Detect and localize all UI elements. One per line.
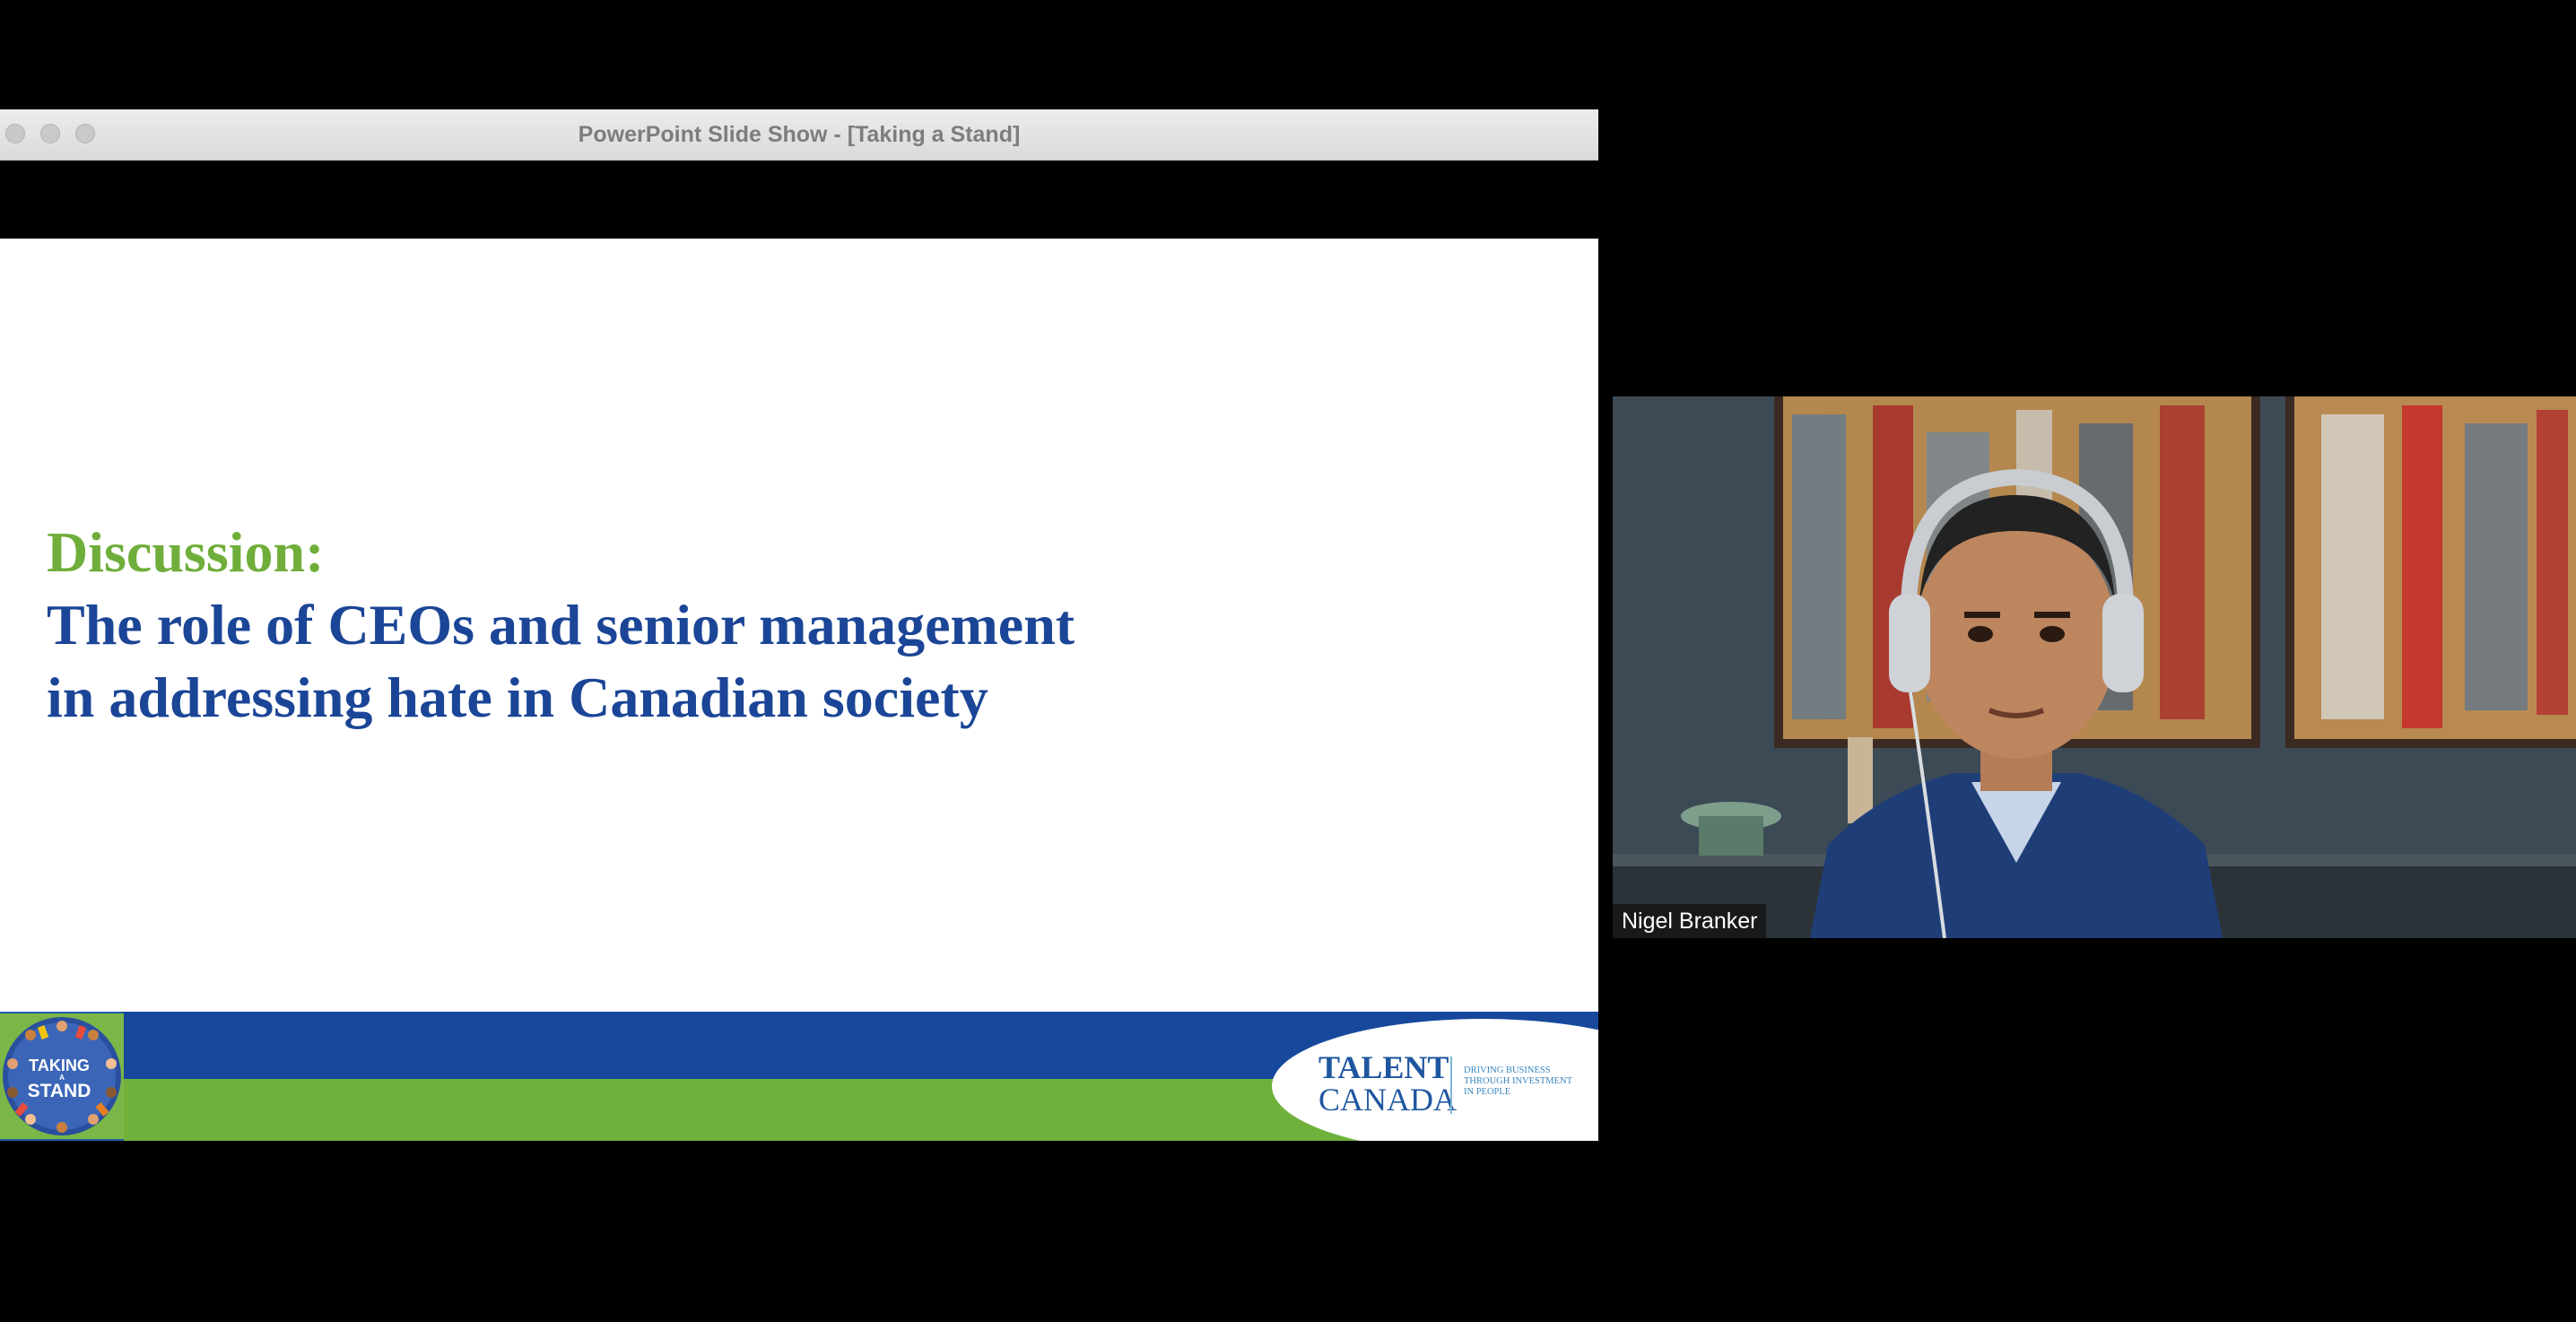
taking-a-stand-logo: TAKING A STAND	[0, 1013, 124, 1139]
slide-title-line-2: in addressing hate in Canadian society	[47, 665, 988, 729]
talent-canada-tagline: Driving business through investment in p…	[1464, 1065, 1598, 1098]
participant-video[interactable]	[1613, 396, 2576, 938]
slideshow-window: PowerPoint Slide Show - [Taking a Stand]…	[0, 109, 1598, 1222]
badge-text-stand: STAND	[28, 1081, 91, 1101]
tagline-line-3: in people	[1464, 1087, 1511, 1097]
participant-name-label: Nigel Branker	[1613, 904, 1767, 938]
slide-text-block: Discussion: The role of CEOs and senior …	[47, 517, 1075, 734]
slide-title-line-1: The role of CEOs and senior management	[47, 593, 1075, 657]
tagline-line-2: through investment	[1464, 1076, 1573, 1086]
slide[interactable]: Discussion: The role of CEOs and senior …	[0, 239, 1598, 1141]
badge-text-taking: TAKING	[29, 1057, 90, 1074]
slide-heading: Discussion:	[47, 520, 325, 584]
window-title: PowerPoint Slide Show - [Taking a Stand]	[578, 122, 1021, 147]
logo-divider	[1450, 1057, 1452, 1114]
talent-canada-logo-canada: CANADA	[1318, 1082, 1458, 1118]
video-feed	[1613, 396, 2576, 938]
talent-canada-logo-talent: TALENT	[1318, 1049, 1449, 1085]
tagline-line-1: Driving business	[1464, 1065, 1551, 1075]
window-titlebar[interactable]: PowerPoint Slide Show - [Taking a Stand]	[0, 109, 1598, 161]
